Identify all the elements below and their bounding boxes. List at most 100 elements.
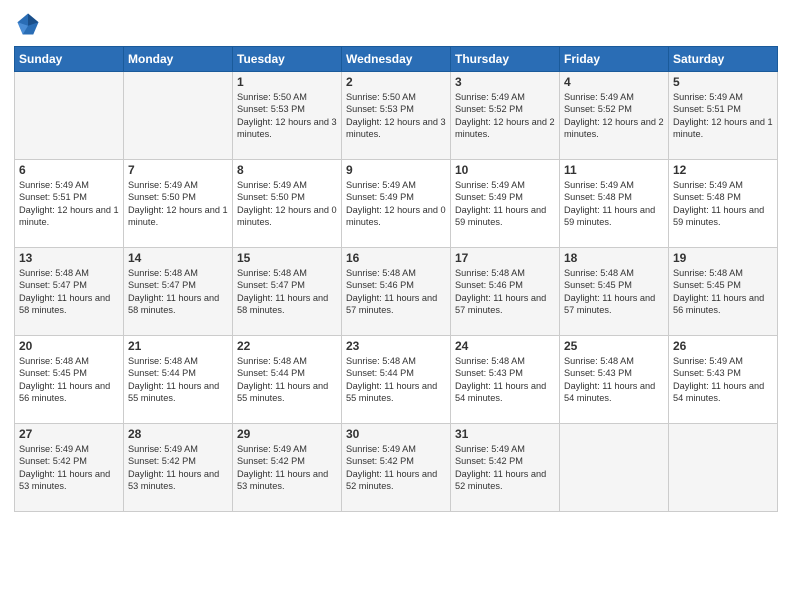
calendar-cell: 12Sunrise: 5:49 AM Sunset: 5:48 PM Dayli…	[669, 160, 778, 248]
calendar-cell: 5 Sunrise: 5:49 AM Sunset: 5:51 PM Daylig…	[669, 72, 778, 160]
day-number: 25	[564, 339, 664, 353]
calendar-cell: 23 Sunrise: 5:48 AM Sunset: 5:44 PM Dayli…	[342, 336, 451, 424]
day-number: 29	[237, 427, 337, 441]
logo-icon	[14, 10, 42, 38]
calendar-day-header: Thursday	[451, 47, 560, 72]
day-number: 20	[19, 339, 119, 353]
calendar-week-row: 27 Sunrise: 5:49 AM Sunset: 5:42 PM Dayli…	[15, 424, 778, 512]
cell-content: Sunrise: 5:48 AM Sunset: 5:44 PM Dayligh…	[128, 355, 228, 405]
cell-content: Sunrise: 5:48 AM Sunset: 5:47 PM Dayligh…	[19, 267, 119, 317]
calendar-cell	[124, 72, 233, 160]
calendar-cell	[560, 424, 669, 512]
day-number: 17	[455, 251, 555, 265]
calendar-body: 1Sunrise: 5:50 AM Sunset: 5:53 PM Daylig…	[15, 72, 778, 512]
day-number: 16	[346, 251, 446, 265]
day-number: 4	[564, 75, 664, 89]
day-number: 3	[455, 75, 555, 89]
day-number: 30	[346, 427, 446, 441]
day-number: 2	[346, 75, 446, 89]
cell-content: Sunrise: 5:50 AM Sunset: 5:53 PM Dayligh…	[237, 91, 337, 141]
calendar-cell: 18 Sunrise: 5:48 AM Sunset: 5:45 PM Dayli…	[560, 248, 669, 336]
calendar-cell: 27 Sunrise: 5:49 AM Sunset: 5:42 PM Dayli…	[15, 424, 124, 512]
cell-content: Sunrise: 5:49 AM Sunset: 5:50 PM Dayligh…	[128, 179, 228, 229]
calendar-day-header: Wednesday	[342, 47, 451, 72]
day-number: 10	[455, 163, 555, 177]
day-number: 7	[128, 163, 228, 177]
calendar-cell: 7 Sunrise: 5:49 AM Sunset: 5:50 PM Daylig…	[124, 160, 233, 248]
calendar-cell: 20 Sunrise: 5:48 AM Sunset: 5:45 PM Dayli…	[15, 336, 124, 424]
day-number: 23	[346, 339, 446, 353]
cell-content: Sunrise: 5:48 AM Sunset: 5:43 PM Dayligh…	[564, 355, 664, 405]
day-number: 26	[673, 339, 773, 353]
cell-content: Sunrise: 5:48 AM Sunset: 5:47 PM Dayligh…	[128, 267, 228, 317]
calendar-cell: 8Sunrise: 5:49 AM Sunset: 5:50 PM Daylig…	[233, 160, 342, 248]
cell-content: Sunrise: 5:49 AM Sunset: 5:51 PM Dayligh…	[19, 179, 119, 229]
calendar-cell: 3Sunrise: 5:49 AM Sunset: 5:52 PM Daylig…	[451, 72, 560, 160]
calendar-cell: 14 Sunrise: 5:48 AM Sunset: 5:47 PM Dayli…	[124, 248, 233, 336]
day-number: 11	[564, 163, 664, 177]
cell-content: Sunrise: 5:48 AM Sunset: 5:46 PM Dayligh…	[346, 267, 446, 317]
calendar-cell: 31 Sunrise: 5:49 AM Sunset: 5:42 PM Dayli…	[451, 424, 560, 512]
calendar-cell: 6 Sunrise: 5:49 AM Sunset: 5:51 PM Daylig…	[15, 160, 124, 248]
calendar-cell: 30Sunrise: 5:49 AM Sunset: 5:42 PM Dayli…	[342, 424, 451, 512]
calendar-cell: 1Sunrise: 5:50 AM Sunset: 5:53 PM Daylig…	[233, 72, 342, 160]
calendar-day-header: Sunday	[15, 47, 124, 72]
day-number: 18	[564, 251, 664, 265]
calendar-cell: 2 Sunrise: 5:50 AM Sunset: 5:53 PM Daylig…	[342, 72, 451, 160]
logo	[14, 10, 46, 38]
day-number: 9	[346, 163, 446, 177]
day-number: 5	[673, 75, 773, 89]
page-header	[14, 10, 778, 38]
calendar-day-header: Saturday	[669, 47, 778, 72]
calendar-cell: 4 Sunrise: 5:49 AM Sunset: 5:52 PM Daylig…	[560, 72, 669, 160]
cell-content: Sunrise: 5:48 AM Sunset: 5:44 PM Dayligh…	[237, 355, 337, 405]
cell-content: Sunrise: 5:49 AM Sunset: 5:49 PM Dayligh…	[455, 179, 555, 229]
cell-content: Sunrise: 5:49 AM Sunset: 5:43 PM Dayligh…	[673, 355, 773, 405]
calendar-cell	[669, 424, 778, 512]
cell-content: Sunrise: 5:49 AM Sunset: 5:51 PM Dayligh…	[673, 91, 773, 141]
calendar-cell: 10 Sunrise: 5:49 AM Sunset: 5:49 PM Dayli…	[451, 160, 560, 248]
day-number: 15	[237, 251, 337, 265]
calendar-day-header: Friday	[560, 47, 669, 72]
calendar-cell: 11 Sunrise: 5:49 AM Sunset: 5:48 PM Dayli…	[560, 160, 669, 248]
day-number: 21	[128, 339, 228, 353]
calendar-cell: 9Sunrise: 5:49 AM Sunset: 5:49 PM Daylig…	[342, 160, 451, 248]
day-number: 14	[128, 251, 228, 265]
day-number: 12	[673, 163, 773, 177]
calendar-cell: 26 Sunrise: 5:49 AM Sunset: 5:43 PM Dayli…	[669, 336, 778, 424]
cell-content: Sunrise: 5:48 AM Sunset: 5:46 PM Dayligh…	[455, 267, 555, 317]
day-number: 24	[455, 339, 555, 353]
cell-content: Sunrise: 5:48 AM Sunset: 5:43 PM Dayligh…	[455, 355, 555, 405]
day-number: 27	[19, 427, 119, 441]
cell-content: Sunrise: 5:49 AM Sunset: 5:42 PM Dayligh…	[455, 443, 555, 493]
cell-content: Sunrise: 5:48 AM Sunset: 5:45 PM Dayligh…	[19, 355, 119, 405]
calendar-week-row: 1Sunrise: 5:50 AM Sunset: 5:53 PM Daylig…	[15, 72, 778, 160]
cell-content: Sunrise: 5:48 AM Sunset: 5:45 PM Dayligh…	[673, 267, 773, 317]
calendar-cell: 25 Sunrise: 5:48 AM Sunset: 5:43 PM Dayli…	[560, 336, 669, 424]
calendar-cell: 13 Sunrise: 5:48 AM Sunset: 5:47 PM Dayli…	[15, 248, 124, 336]
calendar-day-header: Monday	[124, 47, 233, 72]
day-number: 31	[455, 427, 555, 441]
calendar-table: SundayMondayTuesdayWednesdayThursdayFrid…	[14, 46, 778, 512]
day-number: 19	[673, 251, 773, 265]
cell-content: Sunrise: 5:49 AM Sunset: 5:48 PM Dayligh…	[564, 179, 664, 229]
cell-content: Sunrise: 5:48 AM Sunset: 5:44 PM Dayligh…	[346, 355, 446, 405]
cell-content: Sunrise: 5:49 AM Sunset: 5:42 PM Dayligh…	[237, 443, 337, 493]
day-number: 22	[237, 339, 337, 353]
cell-content: Sunrise: 5:48 AM Sunset: 5:47 PM Dayligh…	[237, 267, 337, 317]
calendar-week-row: 6 Sunrise: 5:49 AM Sunset: 5:51 PM Daylig…	[15, 160, 778, 248]
day-number: 6	[19, 163, 119, 177]
cell-content: Sunrise: 5:49 AM Sunset: 5:42 PM Dayligh…	[19, 443, 119, 493]
calendar-cell: 24 Sunrise: 5:48 AM Sunset: 5:43 PM Dayli…	[451, 336, 560, 424]
calendar-week-row: 13 Sunrise: 5:48 AM Sunset: 5:47 PM Dayli…	[15, 248, 778, 336]
calendar-header-row: SundayMondayTuesdayWednesdayThursdayFrid…	[15, 47, 778, 72]
calendar-cell: 17 Sunrise: 5:48 AM Sunset: 5:46 PM Dayli…	[451, 248, 560, 336]
cell-content: Sunrise: 5:50 AM Sunset: 5:53 PM Dayligh…	[346, 91, 446, 141]
calendar-cell: 29 Sunrise: 5:49 AM Sunset: 5:42 PM Dayli…	[233, 424, 342, 512]
cell-content: Sunrise: 5:49 AM Sunset: 5:52 PM Dayligh…	[564, 91, 664, 141]
cell-content: Sunrise: 5:48 AM Sunset: 5:45 PM Dayligh…	[564, 267, 664, 317]
calendar-week-row: 20 Sunrise: 5:48 AM Sunset: 5:45 PM Dayli…	[15, 336, 778, 424]
calendar-cell	[15, 72, 124, 160]
calendar-cell: 15 Sunrise: 5:48 AM Sunset: 5:47 PM Dayli…	[233, 248, 342, 336]
day-number: 13	[19, 251, 119, 265]
